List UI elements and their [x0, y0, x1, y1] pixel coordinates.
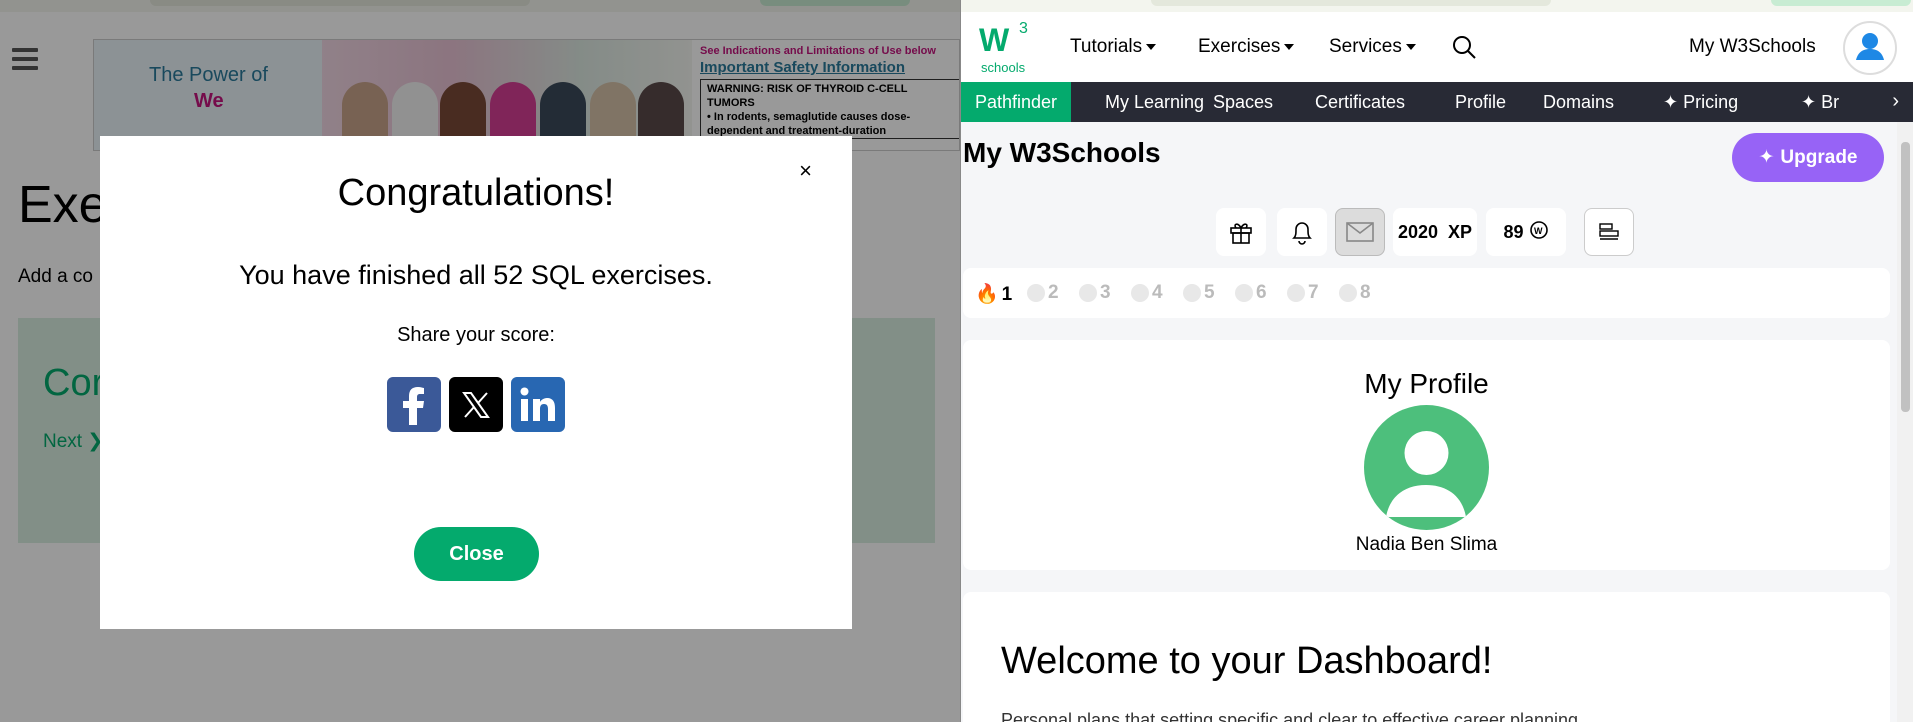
- caret-down-icon: [1405, 43, 1416, 50]
- scrollbar[interactable]: [1897, 122, 1913, 722]
- search-icon[interactable]: [1451, 34, 1477, 60]
- coin-icon: W: [1529, 220, 1549, 245]
- subnav-pricing-label: Pricing: [1683, 92, 1739, 112]
- drop-icon: [1183, 283, 1201, 302]
- streak-day-6: 6: [1235, 282, 1267, 304]
- svg-text:W: W: [1534, 226, 1543, 236]
- sparkle-icon: ✦: [1801, 92, 1822, 112]
- nav-services[interactable]: Services: [1329, 36, 1416, 58]
- subnav-certificates[interactable]: Certificates: [1301, 82, 1419, 122]
- xp-value: 2020: [1397, 221, 1438, 242]
- nav-exercises-label: Exercises: [1198, 36, 1281, 57]
- xp-badge[interactable]: 2020 XP: [1393, 208, 1477, 256]
- drop-icon: [1131, 283, 1149, 302]
- xp-label: XP: [1448, 221, 1473, 242]
- w3schools-logo[interactable]: W 3 schools: [979, 20, 1033, 75]
- drop-icon: [1079, 283, 1097, 302]
- cards-icon[interactable]: [1584, 208, 1634, 256]
- drop-icon: [1235, 283, 1253, 302]
- streak-tracker: 🔥 1 2 3 4 5 6 7 8: [963, 268, 1890, 318]
- flame-icon: 🔥: [975, 284, 999, 305]
- facebook-icon[interactable]: [387, 377, 441, 432]
- subnav-pathfinder[interactable]: Pathfinder: [961, 82, 1072, 122]
- streak-day-4: 4: [1131, 282, 1163, 304]
- chevron-right-icon[interactable]: ›: [1892, 90, 1899, 113]
- profile-card: My Profile Nadia Ben Slima: [963, 340, 1890, 570]
- gift-icon[interactable]: [1216, 208, 1266, 256]
- sub-navigation: Pathfinder My Learning Spaces Certificat…: [961, 82, 1913, 122]
- sparkle-icon: ✦: [1758, 147, 1775, 168]
- congratulations-modal: × Congratulations! You have finished all…: [100, 136, 852, 629]
- subnav-spaces[interactable]: Spaces: [1199, 82, 1287, 122]
- subnav-br-label: Br: [1821, 92, 1840, 112]
- drop-icon: [1287, 283, 1305, 302]
- subnav-pricing[interactable]: ✦ Pricing: [1649, 82, 1752, 122]
- linkedin-icon[interactable]: [511, 377, 565, 432]
- profile-name: Nadia Ben Slima: [1355, 534, 1498, 555]
- streak-day-8: 8: [1339, 282, 1371, 304]
- subnav-domains[interactable]: Domains: [1529, 82, 1628, 122]
- page-title: My W3Schools: [963, 137, 1161, 168]
- close-button[interactable]: Close: [414, 527, 539, 581]
- logo-main: W: [979, 22, 1010, 58]
- streak-day-3: 3: [1079, 282, 1111, 304]
- dashboard-text: Personal plans that setting specific and…: [1001, 710, 1584, 722]
- subnav-br[interactable]: ✦ Br: [1787, 82, 1853, 122]
- profile-avatar-icon[interactable]: [1364, 405, 1489, 530]
- upgrade-button[interactable]: ✦ Upgrade: [1732, 133, 1884, 182]
- top-navbar: W 3 schools Tutorials Exercises Services…: [961, 12, 1913, 82]
- dashboard-heading: Welcome to your Dashboard!: [1001, 640, 1493, 682]
- streak-day-1: 🔥 1: [975, 284, 1013, 305]
- sparkle-icon: ✦: [1663, 92, 1684, 112]
- right-browser-pane: W 3 schools Tutorials Exercises Services…: [961, 0, 1913, 722]
- logo-sub: schools: [981, 60, 1026, 75]
- subnav-profile[interactable]: Profile: [1441, 82, 1520, 122]
- nav-tutorials-label: Tutorials: [1070, 36, 1143, 57]
- bell-icon[interactable]: [1277, 208, 1327, 256]
- left-browser-pane: The Power of We See Indications and Limi…: [0, 0, 960, 722]
- caret-down-icon: [1146, 43, 1157, 50]
- nav-services-label: Services: [1329, 36, 1402, 57]
- streak-day-5: 5: [1183, 282, 1215, 304]
- right-top-strip: [961, 0, 1913, 12]
- modal-message: You have finished all 52 SQL exercises.: [239, 260, 713, 290]
- dashboard-card: Welcome to your Dashboard! Personal plan…: [963, 592, 1890, 722]
- profile-heading: My Profile: [1364, 368, 1489, 399]
- share-label: Share your score:: [397, 324, 555, 346]
- nav-tutorials[interactable]: Tutorials: [1070, 36, 1157, 58]
- nav-exercises[interactable]: Exercises: [1198, 36, 1295, 58]
- drop-icon: [1027, 283, 1045, 302]
- mail-icon[interactable]: [1335, 208, 1385, 256]
- upgrade-label: Upgrade: [1780, 146, 1858, 168]
- streak-day-7: 7: [1287, 282, 1319, 304]
- caret-down-icon: [1284, 43, 1295, 50]
- scrollbar-thumb[interactable]: [1901, 142, 1910, 412]
- user-avatar-icon[interactable]: [1843, 21, 1897, 75]
- coins-value: 89: [1503, 221, 1524, 242]
- modal-title: Congratulations!: [337, 172, 615, 214]
- coins-badge[interactable]: 89 W: [1486, 208, 1566, 256]
- drop-icon: [1339, 283, 1357, 302]
- logo-sup: 3: [1019, 20, 1028, 37]
- my-w3schools-link[interactable]: My W3Schools: [1689, 36, 1816, 58]
- streak-day-2: 2: [1027, 282, 1059, 304]
- x-icon[interactable]: [449, 377, 503, 432]
